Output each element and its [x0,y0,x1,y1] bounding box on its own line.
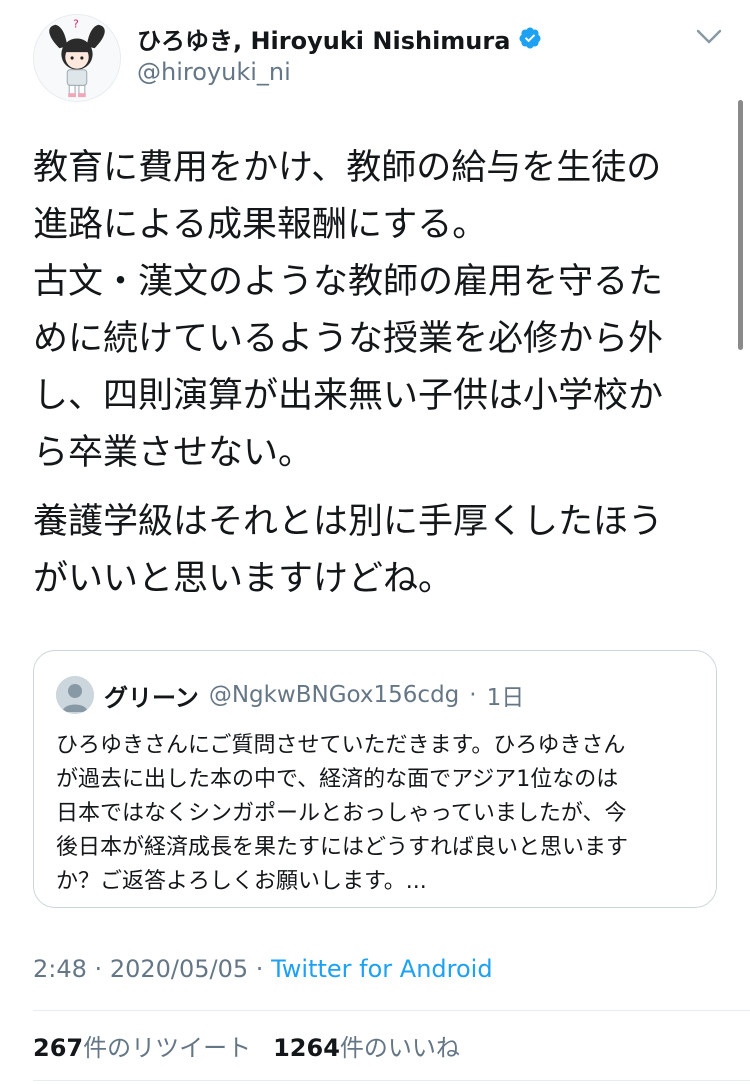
meta-separator: · [469,682,477,708]
quoted-tweet-header: グリーン @NgkwBNGox156cdg · 1日 [56,676,525,714]
likes-stat[interactable]: 1264件のいいね [273,1028,460,1063]
tweet-date: 2020/05/05 [109,955,249,983]
meta-separator: · [94,955,103,983]
tweet-paragraph: 教育に費用をかけ、教師の給与を生徒の 進路による成果報酬にする。 古文・漢文のよ… [33,148,664,473]
tweet-meta: 2:48 · 2020/05/05 · Twitter for Android [33,955,493,983]
svg-text:?: ? [73,18,79,31]
retweets-stat[interactable]: 267件のリツイート [33,1028,251,1063]
quoted-tweet-card[interactable]: グリーン @NgkwBNGox156cdg · 1日 ひろゆきさんにご質問させて… [33,650,717,908]
divider [33,1080,750,1081]
tweet-time: 2:48 [33,955,87,983]
likes-count: 1264 [273,1034,340,1062]
author-avatar[interactable]: ? [33,14,121,102]
chevron-down-icon[interactable] [696,28,722,46]
divider [33,1010,750,1011]
quoted-author-name: グリーン [104,683,199,712]
default-avatar-icon [56,676,94,714]
quoted-tweet-text: ひろゆきさんにご質問させていただきます。ひろゆきさん が過去に出した本の中で、経… [56,733,629,894]
meta-separator: · [255,955,264,983]
avatar-illustration-icon: ? [34,15,120,101]
engagement-stats: 267件のリツイート 1264件のいいね [33,1028,460,1063]
author-handle[interactable]: @hiroyuki_ni [137,58,291,86]
scrollbar[interactable] [738,100,743,350]
retweets-count: 267 [33,1034,84,1062]
quoted-author-handle: @NgkwBNGox156cdg [208,682,460,708]
likes-label: 件のいいね [339,1034,460,1062]
verified-badge-icon [519,27,541,49]
tweet-text: 教育に費用をかけ、教師の給与を生徒の 進路による成果報酬にする。 古文・漢文のよ… [33,140,723,608]
retweets-label: 件のリツイート [83,1034,252,1062]
tweet-source-link[interactable]: Twitter for Android [271,955,492,983]
author-name[interactable]: ひろゆき, Hiroyuki Nishimura [137,21,510,56]
author-name-row[interactable]: ひろゆき, Hiroyuki Nishimura [137,20,542,56]
quoted-author-avatar [56,676,94,714]
tweet-paragraph: 養護学級はそれとは別に手厚くしたほう がいいと思いますけどね。 [33,502,664,599]
quoted-tweet-age: 1日 [486,685,525,711]
